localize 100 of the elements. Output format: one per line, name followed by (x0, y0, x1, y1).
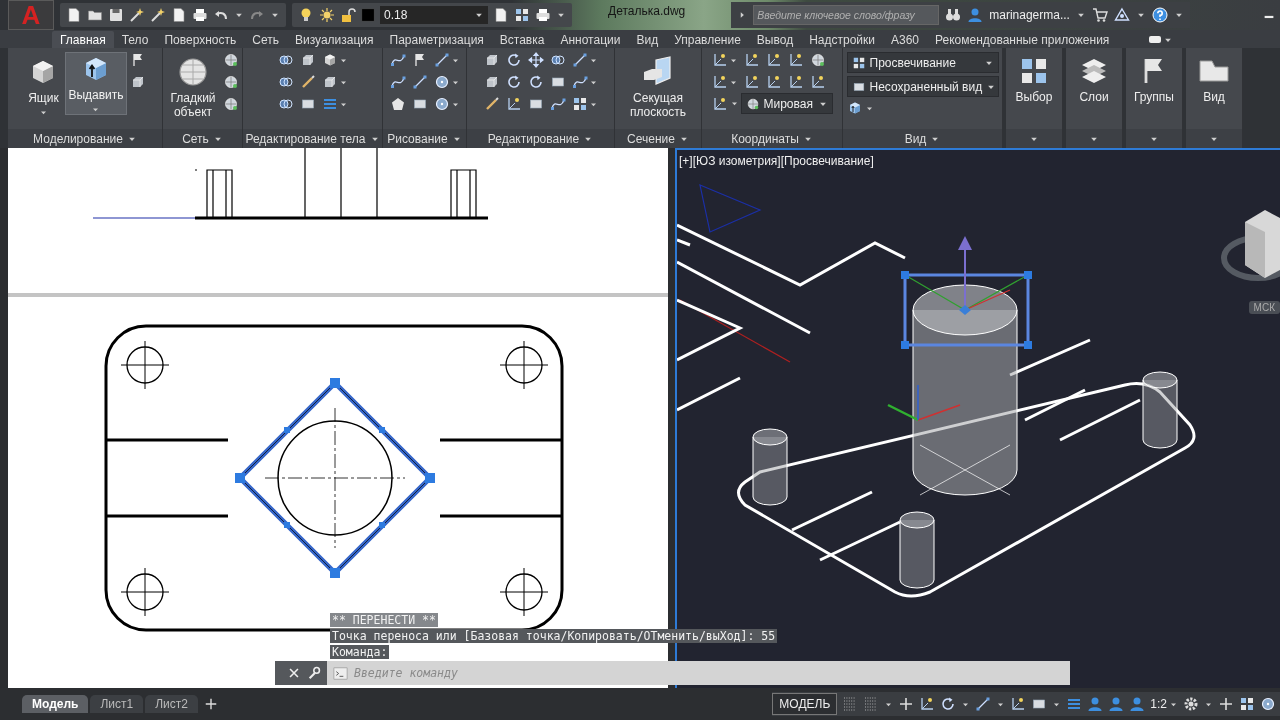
curve-icon[interactable] (549, 96, 566, 112)
ribbon-button[interactable]: Ящик (24, 52, 63, 121)
ribbon-tab[interactable]: Вывод (748, 31, 802, 48)
ribbon-tab[interactable]: Тело (113, 31, 157, 48)
axes-icon[interactable] (711, 52, 728, 68)
ribbon-tab[interactable]: Параметризация (381, 31, 492, 48)
ribbon-button[interactable]: Секущая плоскость (625, 52, 691, 123)
rings-icon[interactable] (277, 52, 294, 68)
axes-icon[interactable] (765, 74, 782, 90)
rotate-icon[interactable] (505, 52, 522, 68)
dropdown[interactable]: Несохраненный вид (846, 76, 999, 97)
ribbon-tab[interactable]: Вставка (491, 31, 553, 48)
grid-icon[interactable] (1239, 696, 1255, 712)
ribbon-tab[interactable]: Сеть (244, 31, 287, 48)
line-icon[interactable] (411, 74, 428, 90)
user-name[interactable]: marinagerma... (989, 8, 1070, 22)
user-icon[interactable] (967, 7, 984, 23)
axes-icon[interactable] (809, 74, 826, 90)
help-icon[interactable] (1151, 7, 1168, 23)
search-field[interactable]: Введите ключевое слово/фразу (753, 5, 940, 25)
wand-icon[interactable] (150, 7, 166, 23)
rotate-icon[interactable] (940, 696, 957, 712)
ribbon-tab[interactable]: Главная (52, 31, 114, 48)
move-icon[interactable] (527, 52, 544, 68)
panel-title-button[interactable]: Моделирование (8, 129, 162, 148)
panel-title-button[interactable]: Координаты (702, 129, 842, 148)
printer-icon[interactable] (192, 7, 208, 23)
rings-icon[interactable] (277, 96, 294, 112)
rotate-icon[interactable] (505, 74, 522, 90)
document-icon[interactable] (493, 7, 509, 23)
axes-icon[interactable] (505, 96, 522, 112)
ribbon-button[interactable]: Гладкий объект (166, 52, 220, 123)
move-gizmo-drawing[interactable] (901, 236, 1032, 349)
cart-icon[interactable] (1091, 7, 1108, 23)
rectangle-icon[interactable] (549, 74, 566, 90)
command-input[interactable]: Введите команду (352, 661, 1070, 685)
axes-icon[interactable] (787, 52, 804, 68)
wand-icon[interactable] (129, 7, 145, 23)
circle-icon[interactable] (433, 74, 450, 90)
printer-icon[interactable] (535, 7, 551, 23)
layout-tab[interactable]: Лист1 (90, 695, 144, 713)
rectangle-icon[interactable] (299, 96, 316, 112)
pentagon-icon[interactable] (389, 96, 406, 112)
lineweight-dropdown[interactable]: 0.18 (380, 6, 488, 24)
axes-icon[interactable] (743, 74, 760, 90)
rings-icon[interactable] (277, 74, 294, 90)
model-space-button[interactable]: МОДЕЛЬ (772, 693, 838, 715)
selected-square-drawing[interactable] (235, 378, 435, 578)
viewport-label[interactable]: [+][ЮЗ изометрия][Просвечивание] (679, 154, 874, 168)
axes-icon[interactable] (711, 74, 728, 90)
panel-title-button[interactable]: Рисование (383, 129, 466, 148)
ucs-menu[interactable]: МСК (1248, 301, 1280, 314)
line-icon[interactable] (975, 696, 992, 712)
ribbon-tab[interactable]: Надстройки (801, 31, 883, 48)
layout-tab[interactable]: Лист2 (145, 695, 198, 713)
ribbon-button[interactable]: Выдавить (65, 52, 127, 115)
user-icon[interactable] (1129, 696, 1146, 712)
grid-icon[interactable] (571, 96, 588, 112)
curve-icon[interactable] (389, 74, 406, 90)
circle-icon[interactable] (433, 96, 450, 112)
axes-icon[interactable] (743, 52, 760, 68)
axes-icon[interactable] (787, 74, 804, 90)
axes-icon[interactable] (919, 696, 936, 712)
rectangle-icon[interactable] (411, 96, 428, 112)
caret-icon[interactable] (729, 99, 739, 108)
axes-icon[interactable] (711, 95, 728, 112)
globe-icon[interactable] (223, 52, 239, 68)
lines-icon[interactable] (321, 96, 338, 112)
document-icon[interactable] (171, 7, 187, 23)
globe-icon[interactable] (223, 96, 239, 112)
ribbon-tab[interactable]: A360 (883, 31, 927, 48)
ribbon-tab[interactable]: Поверхность (156, 31, 245, 48)
gear-icon[interactable] (1183, 696, 1199, 712)
save-icon[interactable] (108, 7, 124, 23)
plus-icon[interactable] (203, 697, 218, 711)
panel-title-button[interactable]: Редактирование тела (243, 129, 382, 148)
binoculars-icon[interactable] (945, 7, 962, 23)
curve-icon[interactable] (571, 74, 588, 90)
line-icon[interactable] (571, 52, 588, 68)
ribbon-tab[interactable]: Вид (628, 31, 667, 48)
ribbon-tab[interactable]: Рекомендованные приложения (927, 31, 1118, 48)
ribbon-tab[interactable]: Аннотации (552, 31, 629, 48)
ribbon-tab[interactable]: Визуализация (286, 31, 382, 48)
annotation-scale-button[interactable]: 1:2 (1150, 697, 1178, 711)
rectangle-icon[interactable] (1031, 696, 1048, 712)
lock-icon[interactable] (340, 7, 356, 23)
panel-title-button[interactable]: Редактирование (467, 129, 614, 148)
panel-title-button[interactable]: Сеть (163, 129, 242, 148)
plus-icon[interactable] (1218, 696, 1234, 712)
lines-icon[interactable] (1066, 696, 1083, 712)
rings-icon[interactable] (549, 52, 566, 68)
rotate-icon[interactable] (527, 74, 544, 90)
triangle-icon[interactable] (1113, 7, 1130, 23)
user-icon[interactable] (1108, 696, 1125, 712)
sun-icon[interactable] (319, 7, 335, 23)
plus-icon[interactable] (898, 696, 915, 712)
globe-icon[interactable] (223, 74, 239, 90)
grid-icon[interactable] (514, 7, 530, 23)
globe-icon[interactable] (809, 52, 826, 68)
dropdown[interactable]: Мировая (740, 93, 833, 114)
